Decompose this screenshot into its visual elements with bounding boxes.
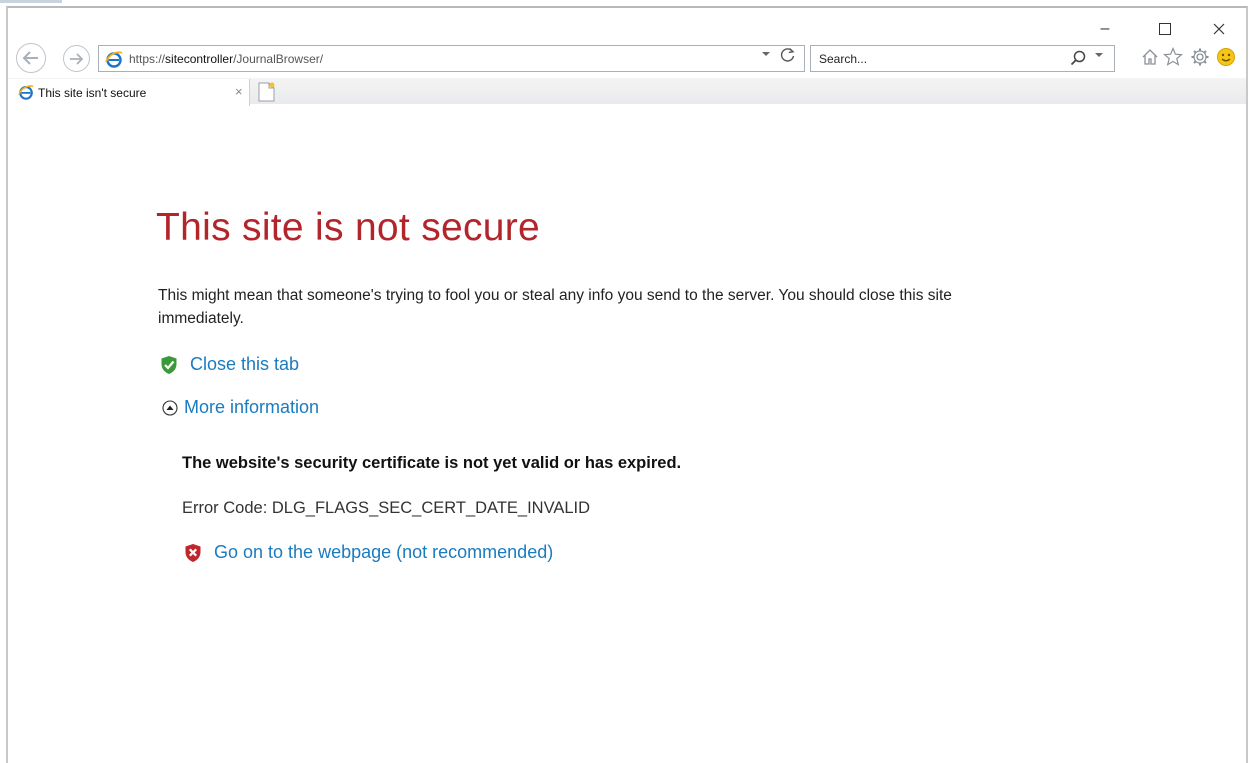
search-provider-dropdown[interactable] bbox=[1095, 50, 1103, 61]
refresh-button[interactable] bbox=[780, 47, 796, 67]
maximize-icon bbox=[1159, 23, 1171, 35]
circle-up-arrow-icon bbox=[162, 399, 178, 416]
new-tab-icon bbox=[258, 82, 275, 102]
chevron-down-icon bbox=[762, 52, 770, 56]
go-on-to-webpage-link[interactable]: Go on to the webpage (not recommended) bbox=[184, 542, 553, 563]
go-on-label: Go on to the webpage (not recommended) bbox=[214, 542, 554, 562]
green-shield-check-icon bbox=[161, 355, 177, 374]
certificate-message: The website's security certificate is no… bbox=[182, 454, 682, 472]
address-dropdown-button[interactable] bbox=[762, 49, 770, 60]
home-button[interactable] bbox=[1140, 46, 1160, 68]
more-information-label: More information bbox=[184, 397, 320, 417]
star-icon bbox=[1163, 47, 1183, 66]
back-arrow-icon bbox=[22, 51, 38, 65]
tab-close-button[interactable]: × bbox=[235, 84, 243, 99]
feedback-button[interactable] bbox=[1216, 46, 1236, 68]
smiley-icon bbox=[1217, 48, 1235, 66]
forward-arrow-icon bbox=[70, 52, 84, 65]
forward-button[interactable] bbox=[63, 45, 90, 72]
close-window-button[interactable] bbox=[1204, 16, 1234, 42]
page-title: This site is not secure bbox=[156, 206, 541, 249]
url-scheme: https:// bbox=[129, 52, 166, 66]
search-input[interactable] bbox=[819, 50, 1059, 68]
url-path: /JournalBrowser/ bbox=[233, 52, 324, 66]
address-url: https://sitecontroller/JournalBrowser/ bbox=[129, 52, 323, 66]
url-host: sitecontroller bbox=[165, 52, 234, 66]
search-button[interactable] bbox=[1070, 50, 1086, 71]
search-icon bbox=[1070, 50, 1086, 66]
gear-icon bbox=[1191, 48, 1209, 66]
tab-current[interactable]: This site isn't secure × bbox=[8, 79, 250, 106]
address-bar[interactable]: https://sitecontroller/JournalBrowser/ bbox=[98, 45, 805, 72]
page-content: This site is not secure This might mean … bbox=[0, 106, 1254, 763]
minimize-icon: – bbox=[1100, 20, 1110, 37]
more-information-toggle[interactable]: More information bbox=[162, 397, 319, 418]
ie-logo-icon bbox=[18, 84, 34, 105]
error-code: Error Code: DLG_FLAGS_SEC_CERT_DATE_INVA… bbox=[182, 499, 591, 517]
close-icon bbox=[1213, 23, 1225, 35]
maximize-button[interactable] bbox=[1150, 16, 1180, 42]
favorites-button[interactable] bbox=[1163, 46, 1183, 68]
title-accent bbox=[0, 0, 62, 3]
back-button[interactable] bbox=[16, 43, 46, 73]
home-icon bbox=[1142, 49, 1158, 65]
ie-logo-icon bbox=[105, 50, 123, 73]
new-tab-button[interactable] bbox=[255, 81, 279, 103]
refresh-icon bbox=[780, 47, 795, 62]
tab-label: This site isn't secure bbox=[38, 86, 147, 100]
error-description: This might mean that someone's trying to… bbox=[158, 287, 952, 327]
minimize-button[interactable]: – bbox=[1090, 16, 1120, 42]
close-this-tab-label: Close this tab bbox=[190, 354, 300, 374]
close-this-tab-link[interactable]: Close this tab bbox=[160, 354, 299, 375]
red-shield-x-icon bbox=[185, 543, 201, 562]
chevron-down-icon bbox=[1095, 53, 1103, 57]
tools-button[interactable] bbox=[1190, 46, 1210, 68]
